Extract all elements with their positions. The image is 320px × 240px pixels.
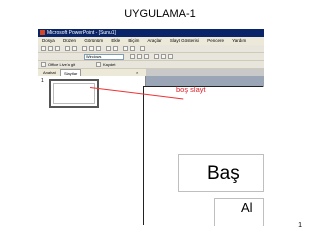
save-icon[interactable] — [96, 62, 101, 67]
page-number: 1 — [298, 222, 302, 229]
title-placeholder-text: Baş — [207, 163, 240, 184]
cut-icon[interactable] — [82, 46, 87, 51]
new-icon[interactable] — [41, 46, 46, 51]
slides-pane: 1 — [38, 76, 146, 226]
subtitle-placeholder[interactable]: Al — [214, 198, 264, 226]
undo-icon[interactable] — [106, 46, 111, 51]
bold-icon[interactable] — [130, 54, 135, 59]
tab-outline[interactable]: Anahat — [40, 69, 59, 76]
window-title: Microsoft PowerPoint - [Sunu1] — [47, 30, 116, 36]
slide-editor[interactable]: Baş Al — [144, 87, 264, 226]
slide-thumbnail[interactable] — [49, 79, 99, 108]
pane-tabs: Anahat Slaytlar × — [38, 69, 146, 76]
thumbnail-content — [53, 83, 95, 104]
office-live-toolbar: Office Live'a git Kaydet — [38, 61, 264, 69]
copy-icon[interactable] — [89, 46, 94, 51]
save-button[interactable]: Kaydet — [103, 61, 115, 69]
menu-item-file[interactable]: Dosya — [42, 38, 55, 43]
menu-item-view[interactable]: Görünüm — [84, 38, 103, 43]
help-icon[interactable] — [140, 46, 145, 51]
menu-item-help[interactable]: Yardım — [232, 38, 246, 43]
office-live-icon[interactable] — [41, 62, 46, 67]
spellcheck-icon[interactable] — [72, 46, 77, 51]
formatting-toolbar: Windows — [38, 53, 264, 61]
table-icon[interactable] — [130, 46, 135, 51]
powerpoint-screenshot: Microsoft PowerPoint - [Sunu1] Dosya Düz… — [38, 29, 264, 226]
title-bar: Microsoft PowerPoint - [Sunu1] — [38, 29, 264, 37]
tab-slides[interactable]: Slaytlar — [60, 69, 82, 76]
menu-item-slideshow[interactable]: Slayt Gösterisi — [170, 38, 199, 43]
menu-item-insert[interactable]: Ekle — [111, 38, 120, 43]
standard-toolbar — [38, 45, 264, 53]
chart-icon[interactable] — [123, 46, 128, 51]
menu-item-tools[interactable]: Araçlar — [147, 38, 161, 43]
office-live-link[interactable]: Office Live'a git — [48, 61, 75, 69]
menu-item-format[interactable]: Biçim — [128, 38, 139, 43]
menu-item-window[interactable]: Pencere — [207, 38, 224, 43]
menu-item-edit[interactable]: Düzen — [63, 38, 76, 43]
title-placeholder[interactable]: Baş — [178, 154, 264, 192]
subtitle-placeholder-text: Al — [241, 200, 253, 215]
save-icon[interactable] — [55, 46, 60, 51]
align-center-icon[interactable] — [161, 54, 166, 59]
print-icon[interactable] — [65, 46, 70, 51]
underline-icon[interactable] — [144, 54, 149, 59]
page-title: UYGULAMA-1 — [124, 8, 196, 20]
font-name-select[interactable]: Windows — [84, 54, 124, 60]
align-left-icon[interactable] — [154, 54, 159, 59]
annotation-label: boş slayt — [176, 85, 206, 94]
redo-icon[interactable] — [113, 46, 118, 51]
italic-icon[interactable] — [137, 54, 142, 59]
open-icon[interactable] — [48, 46, 53, 51]
align-right-icon[interactable] — [168, 54, 173, 59]
paste-icon[interactable] — [96, 46, 101, 51]
slide-number: 1 — [41, 78, 44, 84]
close-icon[interactable]: × — [136, 69, 138, 76]
powerpoint-app-icon — [40, 30, 45, 35]
menu-bar: Dosya Düzen Görünüm Ekle Biçim Araçlar S… — [38, 37, 264, 45]
